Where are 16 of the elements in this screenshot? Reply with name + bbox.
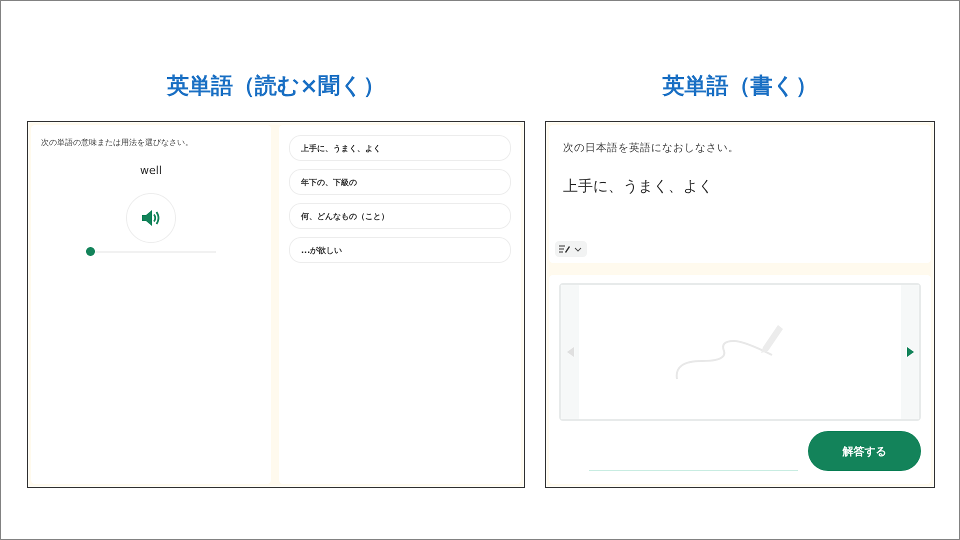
pen-tool-dropdown[interactable] <box>555 241 587 257</box>
answer-choice[interactable]: 年下の、下級の <box>289 169 511 195</box>
english-word: well <box>140 164 162 177</box>
section-title: 英単語（読む×聞く） <box>166 73 386 101</box>
instruction-text: 次の日本語を英語になおしなさい。 <box>563 141 739 155</box>
answer-choice[interactable]: ...が欲しい <box>289 237 511 263</box>
section-title: 英単語（書く） <box>662 73 818 101</box>
audio-progress-thumb[interactable] <box>86 247 95 256</box>
play-audio-button[interactable] <box>126 193 176 243</box>
answer-choice[interactable]: 何、どんなもの（こと） <box>289 203 511 229</box>
answer-choice[interactable]: 上手に、うまく、よく <box>289 135 511 161</box>
japanese-prompt: 上手に、うまく、よく <box>563 177 713 196</box>
pen-caret-icon <box>559 244 583 254</box>
speaker-icon <box>141 209 161 227</box>
instruction-text: 次の単語の意味または用法を選びなさい。 <box>41 137 193 148</box>
submit-answer-button[interactable]: 解答する <box>808 431 921 471</box>
